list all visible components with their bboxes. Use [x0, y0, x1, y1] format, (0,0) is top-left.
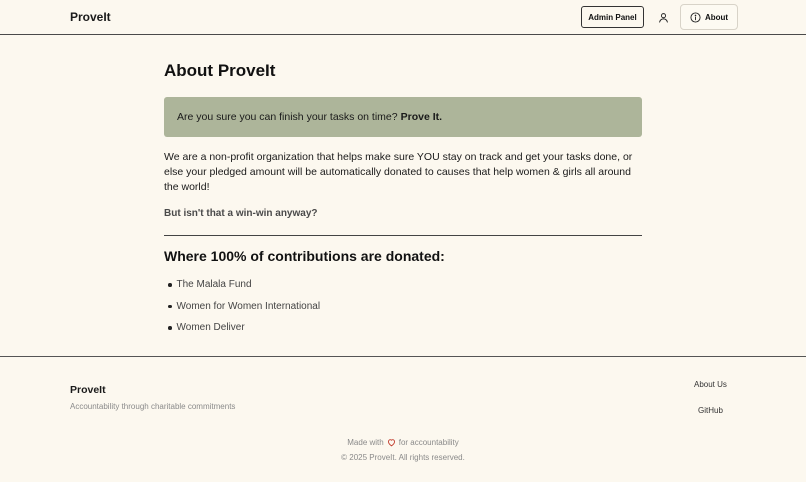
footer-divider: [0, 356, 806, 357]
intro-paragraph: We are a non-profit organization that he…: [164, 151, 633, 193]
info-icon: [690, 11, 701, 23]
organization-name: Women Deliver: [176, 322, 245, 334]
callout-bold-text: Prove It.: [400, 111, 443, 123]
donations-heading: Where 100% of contributions are donated:: [164, 248, 445, 264]
made-with-prefix: Made with: [347, 438, 384, 447]
organization-name: Women for Women International: [176, 300, 321, 312]
footer-brand: ProveIt: [70, 384, 106, 396]
bullet-icon: [168, 304, 172, 308]
bullet-icon: [168, 283, 172, 287]
win-win-text: But isn't that a win-win anyway?: [164, 208, 318, 219]
footer-link-about-us[interactable]: About Us: [694, 380, 727, 389]
organization-name: The Malala Fund: [176, 279, 252, 291]
about-button[interactable]: About: [680, 4, 738, 30]
copyright-text: © 2025 ProveIt. All rights reserved.: [341, 453, 465, 462]
user-account-button[interactable]: [654, 8, 672, 26]
heart-icon: [387, 439, 395, 447]
organization-list: The Malala Fund Women for Women Internat…: [168, 274, 320, 339]
made-with-suffix: for accountability: [398, 438, 459, 447]
about-button-label: About: [704, 12, 729, 22]
user-icon: [658, 12, 668, 23]
bullet-icon: [168, 326, 172, 330]
list-item: The Malala Fund: [168, 274, 320, 296]
footer-tagline: Accountability through charitable commit…: [70, 402, 236, 411]
list-item: Women Deliver: [168, 317, 320, 339]
admin-panel-button[interactable]: Admin Panel: [581, 6, 644, 28]
brand-logo[interactable]: ProveIt: [70, 10, 111, 24]
footer-link-github[interactable]: GitHub: [698, 406, 723, 415]
page-title: About ProveIt: [164, 61, 276, 80]
top-nav: ProveIt Admin Panel About: [0, 0, 806, 35]
callout-text: Are you sure you can finish your tasks o…: [177, 111, 398, 123]
callout-banner: Are you sure you can finish your tasks o…: [164, 97, 642, 137]
list-item: Women for Women International: [168, 296, 320, 318]
made-with-line: Made with for accountability: [0, 438, 806, 447]
section-divider: [164, 235, 642, 236]
